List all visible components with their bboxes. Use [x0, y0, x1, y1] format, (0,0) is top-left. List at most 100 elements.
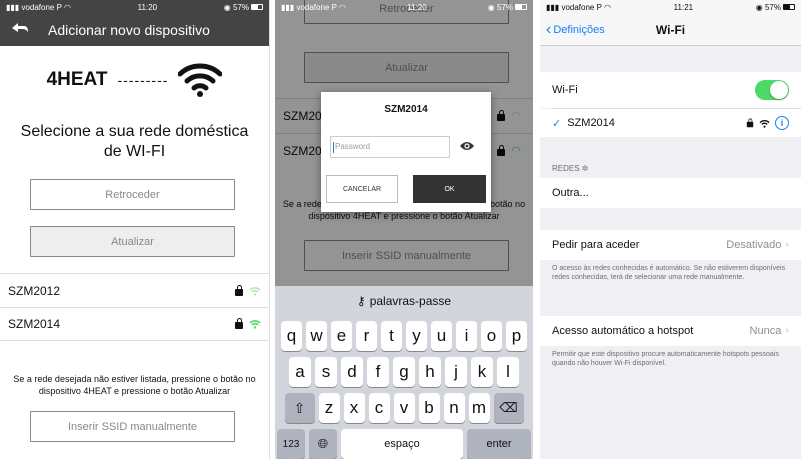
networks-header-label: REDES: [552, 164, 580, 173]
chevron-right-icon: ›: [785, 239, 789, 251]
battery-label: 57%: [496, 2, 513, 12]
shift-key[interactable]: ⇧: [284, 393, 315, 423]
refresh-note: Se a rede desejada não estiver listada, …: [13, 374, 256, 396]
password-input[interactable]: Password: [330, 136, 450, 158]
other-network-row[interactable]: Outra...: [540, 178, 801, 208]
space-key[interactable]: espaço: [341, 429, 463, 459]
alarm-icon: ◉: [223, 2, 231, 12]
update-button[interactable]: Atualizar: [30, 226, 235, 257]
lock-icon: [235, 318, 243, 329]
nav-bar: ‹ Definições Wi-Fi: [540, 14, 801, 46]
auto-hotspot-row[interactable]: Acesso automático a hotspot Nunca ›: [540, 316, 801, 346]
password-suggestion[interactable]: ⚷ palavras-passe: [275, 286, 533, 315]
network-row[interactable]: SZM2012: [0, 273, 269, 307]
networks-header: REDES ✲: [552, 164, 793, 173]
cancel-button[interactable]: CANCELAR: [326, 175, 398, 203]
battery-icon: [783, 4, 795, 11]
key-h[interactable]: h: [419, 357, 441, 387]
status-bar: ▮▮▮ vodafone P ◠ 11:20 ◉ 57%: [0, 0, 269, 14]
key-n[interactable]: n: [443, 393, 465, 423]
key-row: asdfghjkl: [275, 357, 533, 387]
ok-button[interactable]: OK: [413, 175, 486, 203]
key-l[interactable]: l: [497, 357, 519, 387]
panel-password-dialog: ▮▮▮ vodafone P ◠ 11:20 ◉ 57% Retroceder …: [275, 0, 533, 459]
key-m[interactable]: m: [468, 393, 490, 423]
delete-key[interactable]: ⌫: [493, 393, 524, 423]
carrier-label: vodafone P: [561, 2, 602, 12]
key-z[interactable]: z: [318, 393, 340, 423]
wifi-label: Wi-Fi: [552, 84, 578, 96]
key-u[interactable]: u: [431, 321, 452, 351]
key-j[interactable]: j: [445, 357, 467, 387]
status-bar: ▮▮▮ vodafone P ◠ 11:20 ◉ 57%: [275, 0, 533, 14]
key-row: ⇧ zxcvbnm ⌫: [275, 393, 533, 423]
alarm-icon: ◉: [755, 2, 763, 12]
ask-to-join-row[interactable]: Pedir para aceder Desativado ›: [540, 230, 801, 260]
info-icon[interactable]: i: [775, 116, 789, 130]
chevron-right-icon: ›: [785, 325, 789, 337]
manual-ssid-button[interactable]: Inserir SSID manualmente: [30, 411, 235, 442]
key-r[interactable]: r: [356, 321, 377, 351]
network-row[interactable]: SZM2014: [0, 307, 269, 341]
lock-icon: [746, 118, 754, 128]
battery-icon: [515, 4, 527, 11]
key-w[interactable]: w: [306, 321, 327, 351]
key-f[interactable]: f: [367, 357, 389, 387]
key-y[interactable]: y: [406, 321, 427, 351]
key-icon: ⚷: [356, 293, 366, 308]
back-button[interactable]: Retroceder: [30, 179, 235, 210]
carrier-label: vodafone P: [21, 2, 62, 12]
key-c[interactable]: c: [368, 393, 390, 423]
wifi-toggle-row: Wi-Fi: [540, 72, 801, 108]
panel-add-device: ▮▮▮ vodafone P ◠ 11:20 ◉ 57% Adicionar n…: [0, 0, 270, 459]
app-header: Adicionar novo dispositivo: [0, 14, 269, 46]
ask-to-join-note: O acesso às redes conhecidas é automátic…: [552, 265, 786, 281]
key-q[interactable]: q: [281, 321, 302, 351]
connected-network-name: SZM2014: [567, 117, 615, 129]
signal-icon: ▮▮▮: [546, 2, 560, 12]
key-row: qwertyuiop: [275, 321, 533, 351]
numbers-key[interactable]: 123: [277, 429, 305, 459]
key-t[interactable]: t: [381, 321, 402, 351]
key-i[interactable]: i: [456, 321, 477, 351]
ask-to-join-label: Pedir para aceder: [552, 239, 640, 251]
select-network-heading: Selecione a sua rede doméstica de WI-FI: [20, 123, 249, 160]
dialog-title: SZM2014: [384, 104, 428, 115]
ask-to-join-value: Desativado: [726, 239, 782, 251]
key-g[interactable]: g: [393, 357, 415, 387]
back-arrow-icon[interactable]: [0, 21, 40, 39]
back-link[interactable]: ‹ Definições: [546, 21, 605, 39]
eye-icon[interactable]: [459, 140, 475, 152]
key-e[interactable]: e: [331, 321, 352, 351]
key-o[interactable]: o: [481, 321, 502, 351]
battery-icon: [251, 4, 263, 11]
key-p[interactable]: p: [506, 321, 527, 351]
key-d[interactable]: d: [341, 357, 363, 387]
checkmark-icon: ✓: [552, 117, 562, 130]
key-a[interactable]: a: [289, 357, 311, 387]
wifi-toggle[interactable]: [755, 80, 789, 100]
auto-hotspot-label: Acesso automático a hotspot: [552, 325, 694, 337]
signal-icon: ▮▮▮: [281, 2, 295, 12]
time-label: 11:20: [407, 2, 427, 12]
key-x[interactable]: x: [343, 393, 365, 423]
chevron-left-icon: ‹: [546, 20, 552, 38]
key-k[interactable]: k: [471, 357, 493, 387]
time-label: 11:20: [137, 2, 158, 12]
network-name: SZM2014: [8, 317, 61, 331]
key-s[interactable]: s: [315, 357, 337, 387]
wifi-large-icon: [178, 63, 223, 97]
wifi-status-icon: ◠: [64, 2, 72, 12]
signal-icon: ▮▮▮: [6, 2, 20, 12]
enter-key[interactable]: enter: [467, 429, 531, 459]
globe-icon[interactable]: 🌐︎: [309, 429, 337, 459]
auto-hotspot-value: Nunca: [749, 325, 782, 337]
key-b[interactable]: b: [418, 393, 440, 423]
wifi-status-icon: ◠: [339, 2, 347, 12]
connected-network-row[interactable]: ✓ SZM2014 i: [540, 109, 801, 137]
key-v[interactable]: v: [393, 393, 415, 423]
wifi-signal-icon: [249, 286, 261, 296]
password-dialog: SZM2014 Password CANCELAR OK: [321, 92, 491, 212]
panel-ios-wifi-settings: ▮▮▮ vodafone P ◠ 11:21 ◉ 57% ‹ Definições…: [540, 0, 801, 459]
alarm-icon: ◉: [487, 2, 495, 12]
